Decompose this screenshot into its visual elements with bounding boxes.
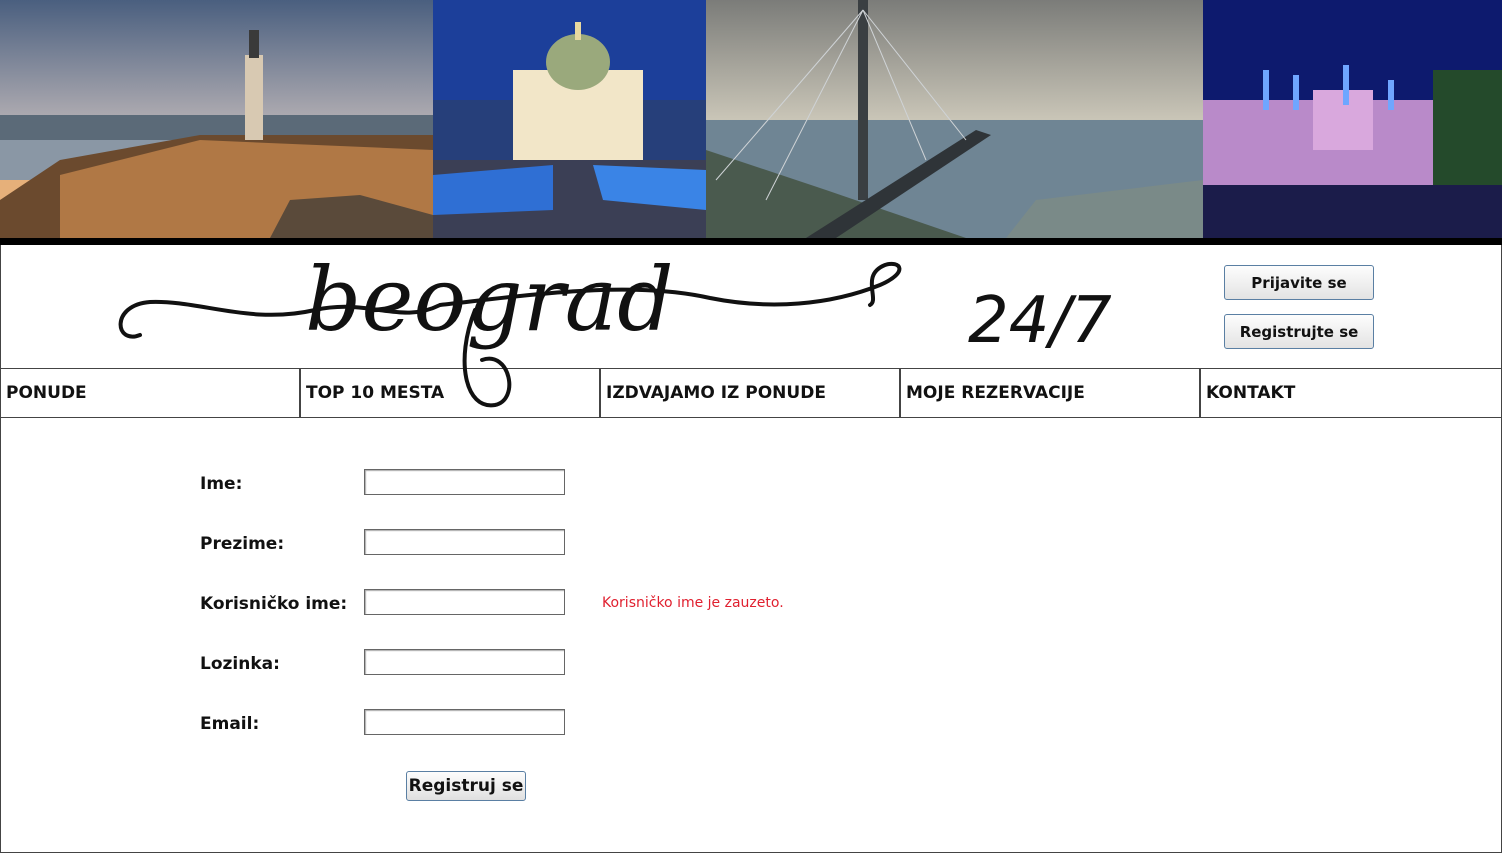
- main-nav: PONUDE TOP 10 MESTA IZDVAJAMO IZ PONUDE …: [0, 368, 1502, 420]
- bridge-photo: [706, 0, 1203, 238]
- nav-item-top-10-mesta[interactable]: TOP 10 MESTA: [300, 368, 600, 418]
- password-field[interactable]: [364, 649, 565, 675]
- nav-item-moje-rezervacije[interactable]: MOJE REZERVACIJE: [900, 368, 1200, 418]
- fortress-sunset-photo: [0, 0, 433, 238]
- fortress-night-photo: [1203, 0, 1502, 238]
- first-name-label: Ime:: [200, 474, 243, 494]
- email-field[interactable]: [364, 709, 565, 735]
- username-error-message: Korisničko ime je zauzeto.: [602, 595, 784, 611]
- last-name-field[interactable]: [364, 529, 565, 555]
- login-button[interactable]: Prijavite se: [1224, 265, 1374, 300]
- last-name-label: Prezime:: [200, 534, 285, 554]
- register-header-button[interactable]: Registrujte se: [1224, 314, 1374, 349]
- first-name-field[interactable]: [364, 469, 565, 495]
- cathedral-photo: [433, 0, 706, 238]
- nav-item-label: TOP 10 MESTA: [306, 383, 445, 403]
- nav-item-kontakt[interactable]: KONTAKT: [1200, 368, 1502, 418]
- email-label: Email:: [200, 714, 260, 734]
- nav-item-label: PONUDE: [6, 383, 87, 403]
- nav-item-izdvajamo-iz-ponude[interactable]: IZDVAJAMO IZ PONUDE: [600, 368, 900, 418]
- username-field[interactable]: [364, 589, 565, 615]
- username-label: Korisničko ime:: [200, 594, 348, 614]
- nav-item-label: IZDVAJAMO IZ PONUDE: [606, 383, 826, 403]
- nav-item-label: KONTAKT: [1206, 383, 1296, 403]
- nav-item-label: MOJE REZERVACIJE: [906, 383, 1085, 403]
- photo-banner: [0, 0, 1502, 245]
- register-submit-button[interactable]: Registruj se: [406, 771, 526, 801]
- nav-item-ponude[interactable]: PONUDE: [0, 368, 300, 418]
- password-label: Lozinka:: [200, 654, 280, 674]
